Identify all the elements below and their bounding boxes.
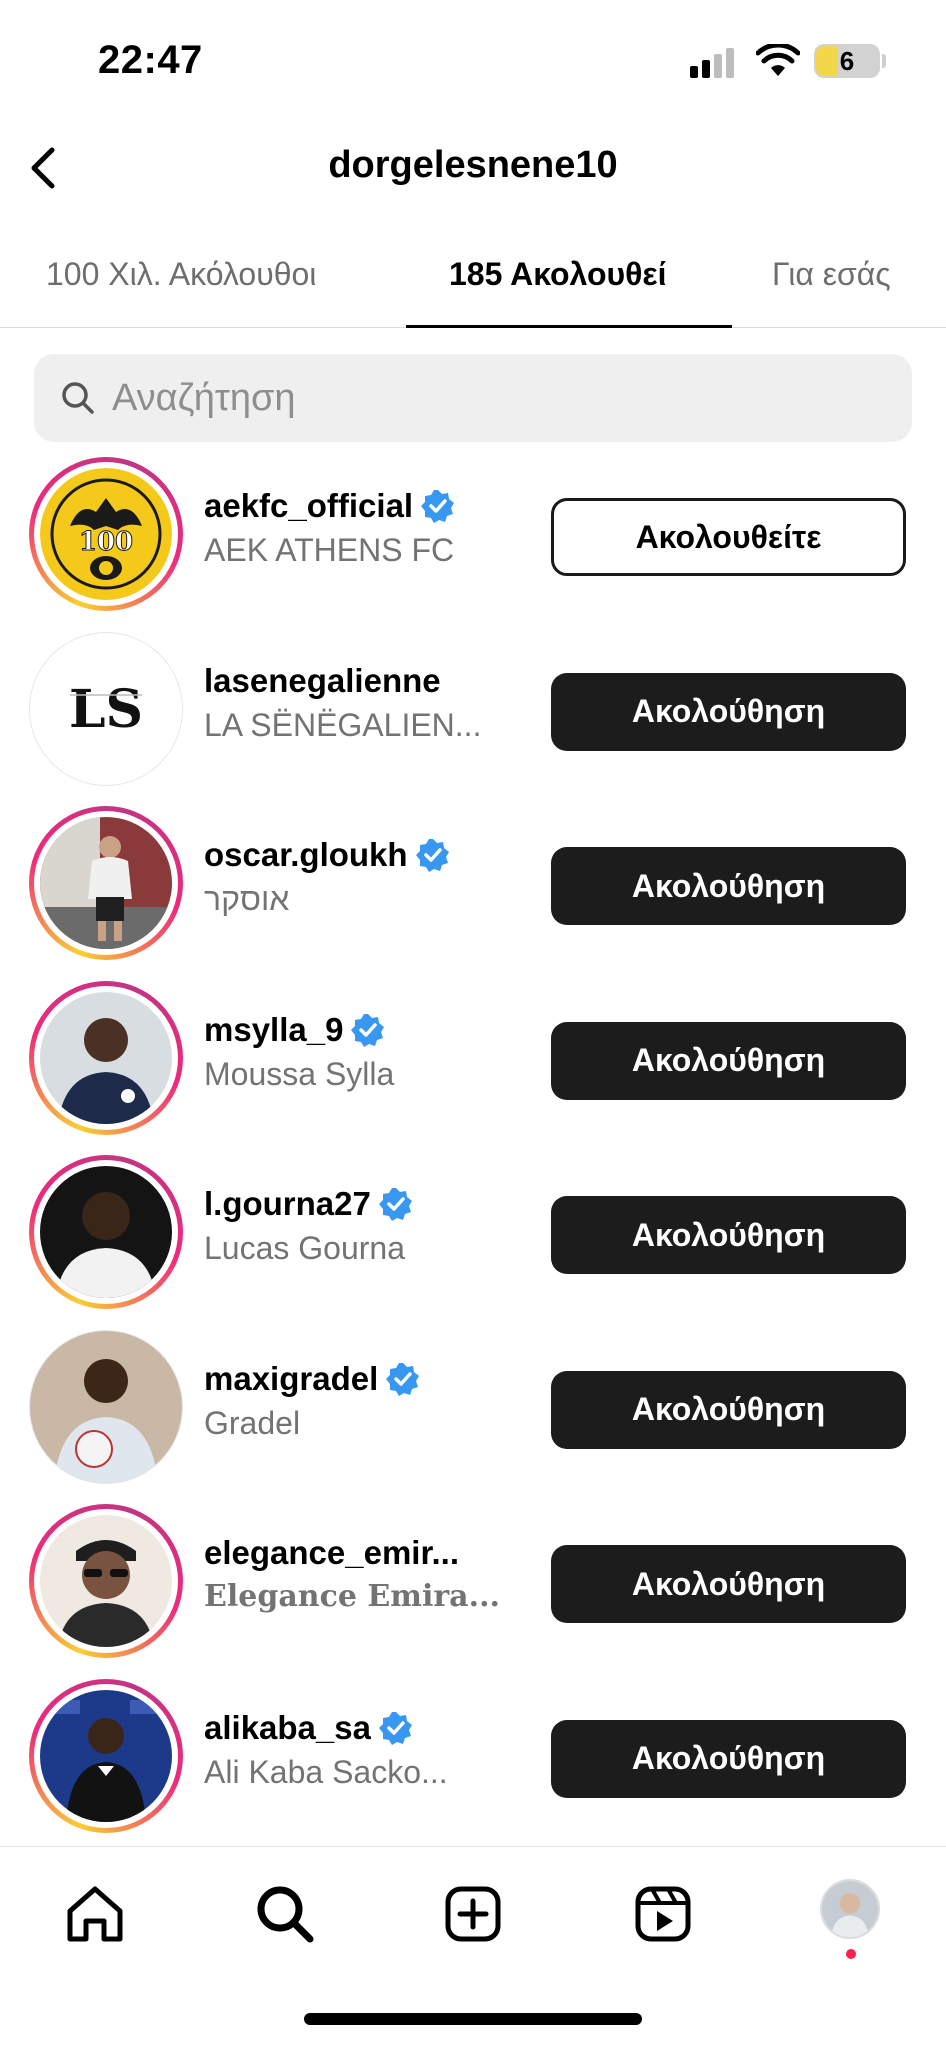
full-name: Lucas Gourna: [204, 1230, 406, 1266]
aek-crest-image: 100: [40, 468, 172, 600]
wifi-icon: [756, 44, 800, 76]
svg-text:100: 100: [79, 527, 133, 557]
follow-button[interactable]: Ακολούθηση: [551, 1196, 906, 1274]
list-item[interactable]: msylla_9 Moussa Sylla Ακολούθηση: [0, 974, 946, 1149]
list-item[interactable]: LS lasenegalienne LA SËNËGALIEN... Ακολο…: [0, 625, 946, 800]
search-input[interactable]: [112, 354, 892, 442]
verified-badge-icon: [415, 839, 449, 872]
profile-photo: [40, 1166, 172, 1298]
avatar[interactable]: [29, 1678, 183, 1833]
battery-level: 6: [839, 46, 855, 76]
tab-bar: 100 Χιλ. Ακόλουθοι 185 Ακολουθεί Για εσά…: [0, 234, 946, 328]
status-time: 22:47: [98, 38, 203, 82]
ls-logo-image: LS: [30, 632, 182, 785]
username[interactable]: l.gourna27: [204, 1185, 371, 1223]
avatar[interactable]: [29, 1155, 183, 1309]
tab-following[interactable]: 185 Ακολουθεί: [449, 256, 666, 293]
full-name: LA SËNËGALIEN...: [204, 706, 482, 743]
svg-text:LS: LS: [69, 679, 143, 740]
reels-icon[interactable]: [630, 1881, 696, 1947]
username[interactable]: alikaba_sa: [204, 1709, 371, 1747]
follow-button[interactable]: Ακολούθηση: [551, 672, 906, 751]
list-item[interactable]: 100 aekfc_official AEK ATHENS FC Ακολουθ…: [0, 450, 946, 625]
full-name: אוסקר: [204, 881, 290, 917]
cellular-signal-icon: [690, 46, 738, 78]
full-name: Moussa Sylla: [204, 1055, 395, 1092]
search-bar[interactable]: [34, 354, 912, 442]
verified-badge-icon: [378, 1188, 412, 1221]
list-item[interactable]: l.gourna27 Lucas Gourna Ακολούθηση: [0, 1148, 946, 1323]
profile-photo: [822, 1881, 878, 1937]
battery-icon: 6: [814, 44, 880, 78]
avatar[interactable]: LS: [29, 631, 183, 786]
follow-button[interactable]: Ακολούθηση: [551, 1021, 906, 1100]
following-list: 100 aekfc_official AEK ATHENS FC Ακολουθ…: [0, 450, 946, 1846]
avatar[interactable]: [29, 806, 183, 960]
profile-photo: [40, 1515, 172, 1647]
avatar[interactable]: 100: [29, 457, 183, 611]
follow-button[interactable]: Ακολούθηση: [551, 1719, 906, 1798]
status-bar: 22:47 6: [0, 0, 946, 120]
bottom-nav: [0, 1846, 946, 2048]
list-item[interactable]: alikaba_sa Ali Kaba Sacko... Ακολούθηση: [0, 1672, 946, 1847]
notification-dot: [846, 1949, 856, 1959]
search-icon: [62, 382, 94, 414]
username[interactable]: elegance_emir...: [204, 1534, 459, 1572]
full-name: Ali Kaba Sacko...: [204, 1753, 448, 1790]
list-item[interactable]: oscar.gloukh אוסקר Ακολούθηση: [0, 799, 946, 974]
username[interactable]: msylla_9: [204, 1011, 343, 1049]
create-icon[interactable]: [440, 1881, 506, 1947]
avatar[interactable]: [29, 980, 183, 1135]
full-name: AEK ATHENS FC: [204, 532, 455, 568]
verified-badge-icon: [378, 1711, 412, 1745]
tab-for-you[interactable]: Για εσάς: [772, 256, 891, 293]
verified-badge-icon: [386, 1362, 420, 1396]
verified-badge-icon: [421, 490, 455, 523]
following-button[interactable]: Ακολουθείτε: [551, 498, 906, 576]
active-tab-indicator: [406, 325, 732, 328]
follow-button[interactable]: Ακολούθηση: [551, 1545, 906, 1623]
follow-button[interactable]: Ακολούθηση: [551, 847, 906, 925]
home-indicator: [304, 2013, 642, 2025]
header: dorgelesnene10: [0, 130, 946, 206]
full-name: Elegance Emira...: [204, 1579, 500, 1614]
verified-badge-icon: [351, 1013, 385, 1047]
profile-avatar[interactable]: [820, 1879, 880, 1939]
list-item[interactable]: maxigradel Gradel Ακολούθηση: [0, 1323, 946, 1498]
search-icon[interactable]: [252, 1881, 318, 1947]
profile-photo: [30, 1330, 182, 1483]
page-title: dorgelesnene10: [328, 144, 618, 186]
avatar[interactable]: [29, 1329, 183, 1484]
home-icon[interactable]: [62, 1881, 128, 1947]
profile-photo: [40, 1689, 172, 1822]
username[interactable]: aekfc_official: [204, 487, 413, 525]
username[interactable]: maxigradel: [204, 1360, 378, 1398]
username[interactable]: oscar.gloukh: [204, 836, 408, 874]
profile-photo: [40, 991, 172, 1124]
tab-followers[interactable]: 100 Χιλ. Ακόλουθοι: [46, 256, 316, 293]
avatar[interactable]: [29, 1504, 183, 1658]
username[interactable]: lasenegalienne: [204, 662, 441, 700]
full-name: Gradel: [204, 1404, 301, 1441]
profile-photo: [40, 817, 172, 949]
follow-button[interactable]: Ακολούθηση: [551, 1370, 906, 1449]
list-item[interactable]: elegance_emir... Elegance Emira... Ακολο…: [0, 1497, 946, 1672]
